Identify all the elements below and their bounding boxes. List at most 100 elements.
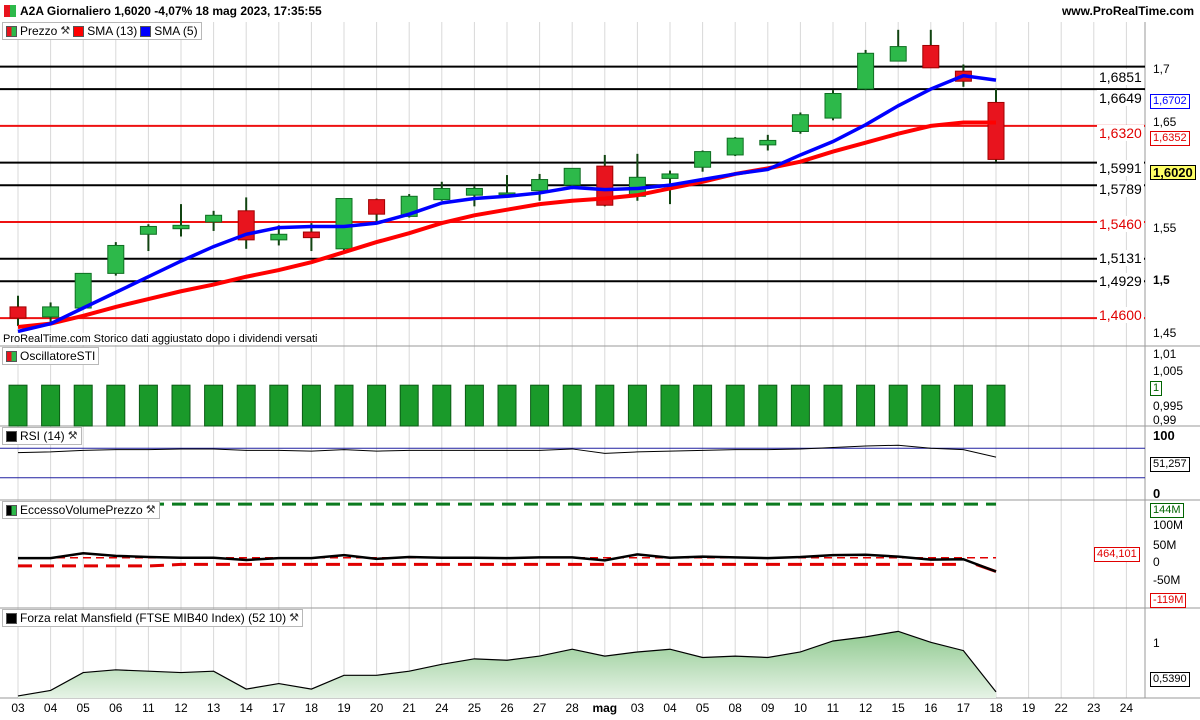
sti-bar [41,384,61,427]
sti-bar [171,384,191,427]
sti-bar [269,384,289,427]
sti-ytick: 1,01 [1153,347,1177,361]
site-link[interactable]: www.ProRealTime.com [1062,0,1194,22]
mansfield-value-badge: 0,5390 [1150,672,1190,687]
x-tick-label: 04 [43,701,58,715]
sti-bar [301,384,321,427]
x-tick-label: 09 [761,701,775,715]
legend-price-label: Prezzo [20,24,58,38]
sma13-swatch-icon [73,25,85,37]
price-legend[interactable]: Prezzo ⚒ SMA (13) SMA (5) [2,22,202,40]
level-label: 1,5131 [1097,250,1144,266]
volume-legend[interactable]: EccessoVolumePrezzo ⚒ [2,501,160,519]
sti-bar [953,384,973,427]
x-tick-label: 08 [728,701,742,715]
x-tick-label: 12 [858,701,873,715]
candle-body [107,244,125,274]
sti-bar [204,384,224,427]
sti-bar [823,384,843,427]
volume-ytick: 50M [1153,538,1177,552]
volume-label: EccessoVolumePrezzo [20,503,143,517]
sti-bar [73,384,93,427]
rsi-legend[interactable]: RSI (14) ⚒ [2,427,82,445]
sti-bar [464,384,484,427]
x-tick-label: 04 [663,701,677,715]
x-tick-label: 12 [174,701,188,715]
candle-body [335,198,353,250]
level-label: 1,6320 [1097,125,1144,141]
sti-bar [432,384,452,427]
candle-body [922,44,940,69]
x-tick-label: 14 [239,701,253,715]
sti-bar [530,384,550,427]
sti-bar [790,384,810,427]
sti-bar [399,384,419,427]
wrench-icon[interactable]: ⚒ [60,23,70,39]
x-tick-label: 27 [532,701,547,715]
candle-body [726,137,744,156]
candle-body [205,214,223,223]
volume-swatch-icon [6,504,17,516]
volume-lower-line [18,562,964,568]
candle-body [139,225,157,235]
x-tick-label: 20 [369,701,384,715]
candle-body [824,93,842,119]
sti-bar [660,384,680,427]
x-tick-label: 05 [695,701,710,715]
sti-bar [888,384,908,427]
sti-bar [693,384,713,427]
x-tick-label: 26 [500,701,514,715]
sti-bar [986,384,1006,427]
wrench-icon[interactable]: ⚒ [289,610,299,626]
candle-body [42,306,60,318]
x-tick-label: 24 [435,701,449,715]
candle-body [9,306,27,319]
level-label: 1,6851 [1097,69,1144,85]
candle-body [74,272,92,309]
rsi-value-badge: 51,257 [1150,457,1190,472]
sti-legend[interactable]: OscillatoreSTI [2,347,100,365]
legend-sma5-label: SMA (5) [154,24,198,38]
price-ytick: 1,55 [1153,221,1177,235]
sti-bar [725,384,745,427]
sti-bar [758,384,778,427]
rsi-label: RSI (14) [20,429,65,443]
sma5-swatch-icon [140,25,152,37]
sti-bar [8,384,28,427]
sti-bar [236,384,256,427]
candle-body [661,173,679,179]
x-tick-label: 11 [142,701,155,715]
x-tick-label: 19 [337,701,351,715]
x-tick-label: 24 [1119,701,1134,715]
volume-ytick: 100M [1153,518,1184,532]
x-tick-label: 13 [206,701,221,715]
x-tick-label: mag [592,701,618,715]
wrench-icon[interactable]: ⚒ [146,502,156,518]
x-tick-label: 15 [891,701,905,715]
level-label: 1,4600 [1097,307,1144,323]
level-label: 1,5991 [1097,160,1144,176]
volume-zero-badge: 464,101 [1094,547,1140,562]
price-ytick: 1,65 [1153,115,1177,129]
x-tick-label: 23 [1087,701,1101,715]
x-tick-label: 18 [304,701,319,715]
candle-body [857,52,875,90]
sti-bar [595,384,615,427]
volume-lower-badge: -119M [1150,593,1187,608]
x-tick-label: 25 [467,701,482,715]
mansfield-label: Forza relat Mansfield (FTSE MIB40 Index)… [20,611,287,625]
chart-title-text: A2A Giornaliero 1,6020 -4,07% 18 mag 202… [20,4,322,18]
candle-body [694,151,712,168]
price-swatch-icon [6,25,17,37]
wrench-icon[interactable]: ⚒ [68,428,78,444]
price-ytick: 1,7 [1153,62,1170,76]
candle-body [531,179,549,192]
sti-bar [367,384,387,427]
candle-body [270,233,288,241]
mansfield-legend[interactable]: Forza relat Mansfield (FTSE MIB40 Index)… [2,609,303,627]
sti-ytick: 1,005 [1153,364,1184,378]
sti-label: OscillatoreSTI [20,349,96,363]
level-label: 1,5789 [1097,181,1144,197]
candle-body [465,187,483,196]
x-tick-label: 21 [402,701,416,715]
